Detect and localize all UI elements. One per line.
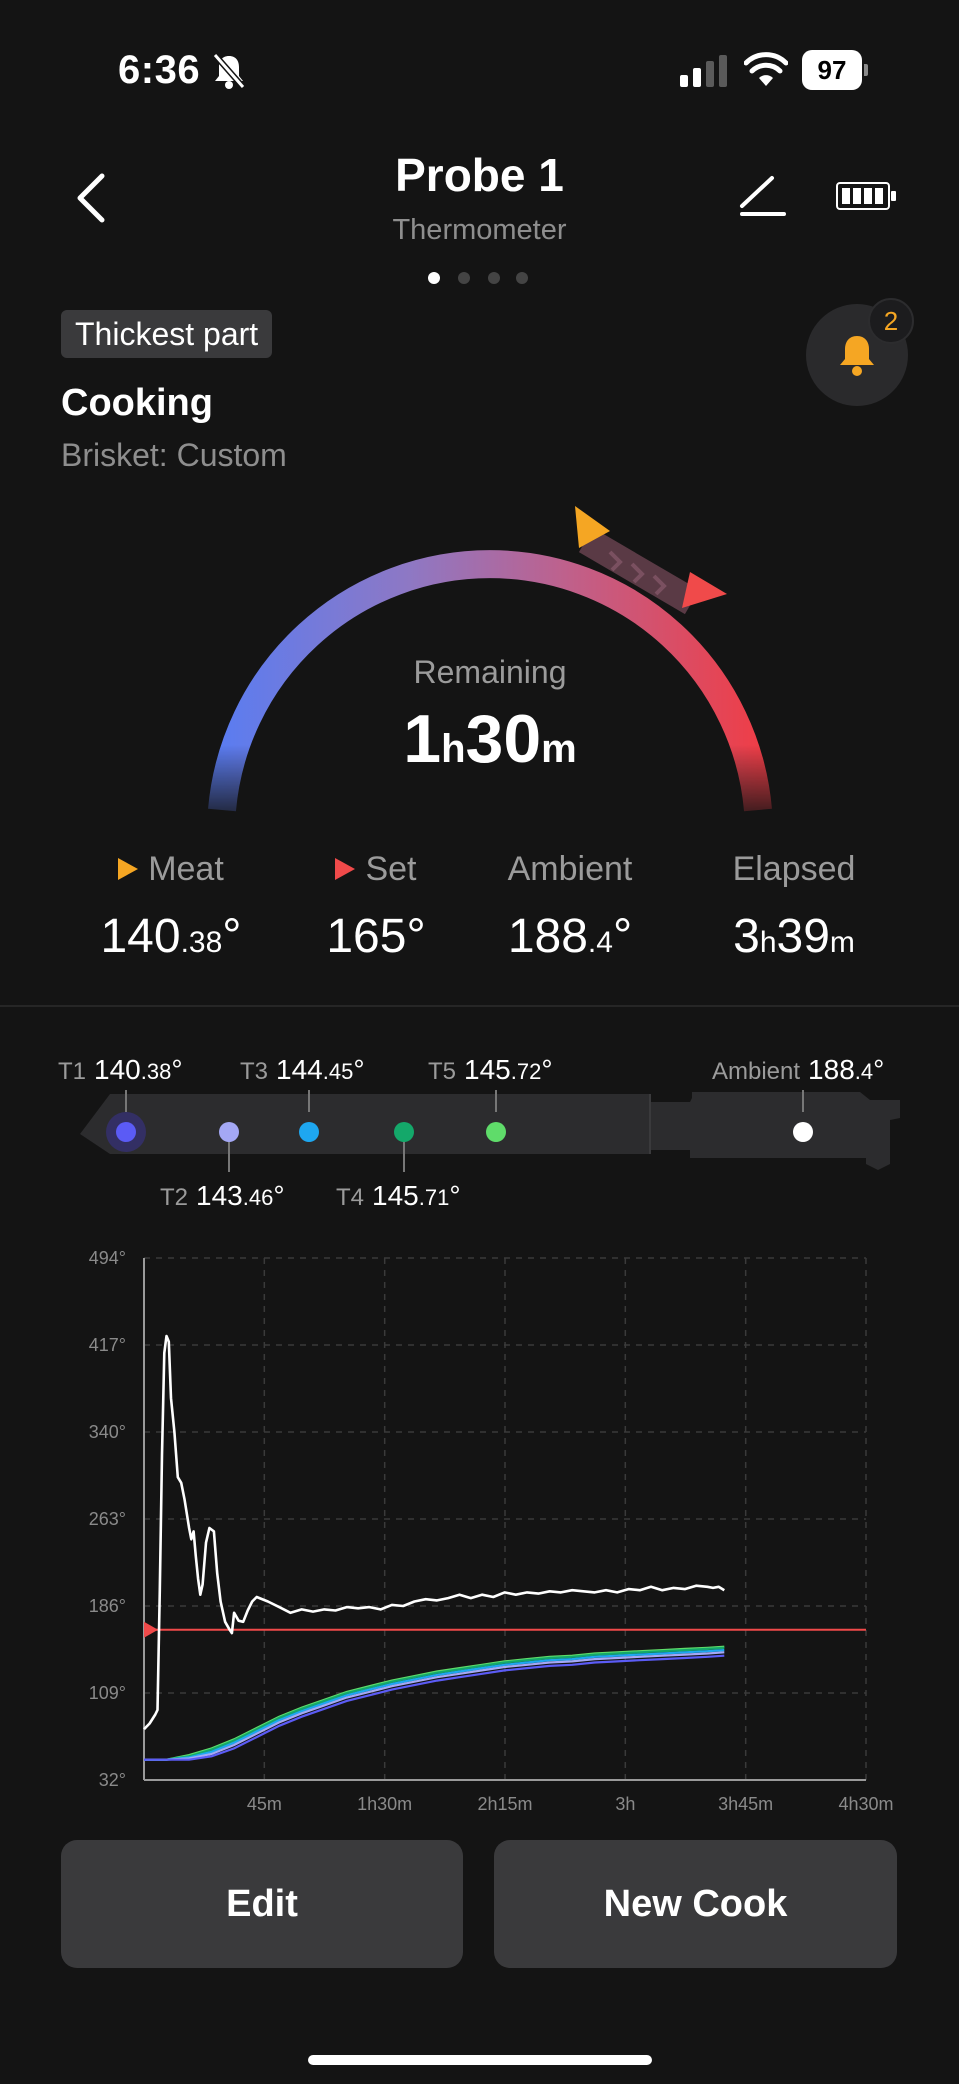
- sensor-label-t2: T2 143.46°: [160, 1180, 285, 1212]
- sensor-dot-t3[interactable]: [299, 1122, 319, 1142]
- sensor-t4-name: T4: [336, 1184, 365, 1211]
- new-cook-button[interactable]: New Cook: [494, 1840, 897, 1968]
- stat-meat-value-dec: .38: [180, 926, 223, 959]
- page-dot[interactable]: [516, 272, 528, 284]
- set-triangle-icon: [335, 858, 356, 880]
- chart-series-ambient: [143, 1334, 725, 1731]
- chart-y-tick: 109°: [89, 1683, 126, 1703]
- page-indicator[interactable]: [428, 272, 532, 286]
- set-marker: [682, 572, 727, 608]
- remaining-hours-unit: h: [441, 727, 466, 771]
- stat-meat-value-unit: °: [222, 910, 242, 963]
- chart-y-tick: 417°: [89, 1335, 126, 1355]
- probe-location-badge: Thickest part: [61, 310, 273, 358]
- cellular-signal-icon: [680, 55, 727, 87]
- bell-off-icon: [212, 53, 246, 89]
- chart-y-tick: 340°: [89, 1422, 126, 1442]
- sensor-label-t4: T4 145.71°: [336, 1180, 461, 1212]
- stat-ambient: Ambient 188.4°: [455, 850, 685, 964]
- chart-series-t3: [144, 1649, 725, 1761]
- sensor-dot-t1[interactable]: [116, 1122, 136, 1142]
- edit-button[interactable]: Edit: [61, 1840, 463, 1968]
- chart-y-tick: 494°: [89, 1248, 126, 1268]
- home-indicator: [308, 2055, 652, 2065]
- stat-ambient-value-unit: °: [612, 910, 633, 963]
- chart-y-tick: 263°: [89, 1509, 126, 1529]
- cook-preset: Brisket: Custom: [61, 437, 287, 473]
- battery-tip: [864, 64, 868, 76]
- chart-x-tick: 4h30m: [838, 1794, 893, 1814]
- edit-pencil-icon[interactable]: [738, 170, 788, 220]
- stat-ambient-value-main: 188: [507, 910, 588, 963]
- sensor-t2-main: 143: [196, 1180, 243, 1211]
- sensor-t2-dec: .46: [242, 1185, 274, 1210]
- chart-y-tick: 32°: [99, 1770, 126, 1790]
- stat-elapsed-hours-unit: h: [759, 926, 777, 959]
- remaining-minutes: 30: [465, 701, 542, 777]
- temperature-chart[interactable]: 494° 417° 340° 263° 186° 109° 32° 45m 1h30m 2h15m…: [40, 1240, 920, 1820]
- probe-diagram: [80, 1090, 900, 1172]
- stat-meat: Meat 140.38°: [56, 850, 286, 964]
- wifi-icon: [744, 52, 788, 86]
- remaining-label: Remaining: [413, 654, 567, 690]
- page-dot[interactable]: [458, 272, 470, 284]
- remaining-hours: 1: [403, 701, 442, 777]
- chart-x-tick: 3h: [615, 1794, 635, 1814]
- chart-x-tick: 1h30m: [357, 1794, 412, 1814]
- page-subtitle: Thermometer: [392, 214, 567, 246]
- sensor-t4-dec: .71: [418, 1185, 450, 1210]
- chart-y-tick: 186°: [89, 1596, 126, 1616]
- sensor-t2-name: T2: [160, 1184, 189, 1211]
- sensor-t4-main: 145: [372, 1180, 419, 1211]
- probe-battery-icon: [836, 182, 896, 210]
- stat-elapsed-minutes: 39: [776, 910, 830, 963]
- remaining-minutes-unit: m: [541, 727, 577, 771]
- page-dot[interactable]: [488, 272, 500, 284]
- stat-elapsed-minutes-unit: m: [829, 926, 855, 959]
- remaining-time: 1h30m: [0, 700, 959, 778]
- stat-ambient-label: Ambient: [507, 850, 633, 888]
- sensor-dot-t2[interactable]: [219, 1122, 239, 1142]
- alert-count-badge: 2: [868, 298, 914, 344]
- chart-x-tick: 2h15m: [477, 1794, 532, 1814]
- sensor-dot-t4[interactable]: [394, 1122, 414, 1142]
- stat-meat-value-main: 140: [100, 910, 181, 963]
- stat-elapsed-label: Elapsed: [732, 850, 856, 888]
- sensor-t4-unit: °: [449, 1180, 461, 1211]
- cook-status: Cooking: [61, 382, 213, 424]
- section-divider: [0, 1005, 959, 1007]
- meat-triangle-icon: [118, 858, 139, 880]
- stat-set-label: Set: [365, 850, 417, 888]
- bell-icon: [840, 336, 874, 376]
- chart-x-tick: 45m: [247, 1794, 282, 1814]
- sensor-dot-t5[interactable]: [486, 1122, 506, 1142]
- page-dot-active[interactable]: [428, 272, 440, 284]
- sensor-dot-ambient[interactable]: [793, 1122, 813, 1142]
- stat-meat-label: Meat: [148, 850, 224, 888]
- status-time: 6:36: [118, 48, 201, 92]
- stat-ambient-value-dec: .4: [587, 926, 613, 959]
- stat-elapsed: Elapsed 3h39m: [679, 850, 909, 964]
- stat-elapsed-hours: 3: [733, 910, 760, 963]
- battery-level: 97: [802, 50, 862, 90]
- chart-set-marker: [144, 1621, 158, 1638]
- sensor-t2-unit: °: [273, 1180, 285, 1211]
- chart-x-tick: 3h45m: [718, 1794, 773, 1814]
- battery-indicator: 97: [802, 50, 868, 90]
- page-title: Probe 1: [395, 149, 564, 201]
